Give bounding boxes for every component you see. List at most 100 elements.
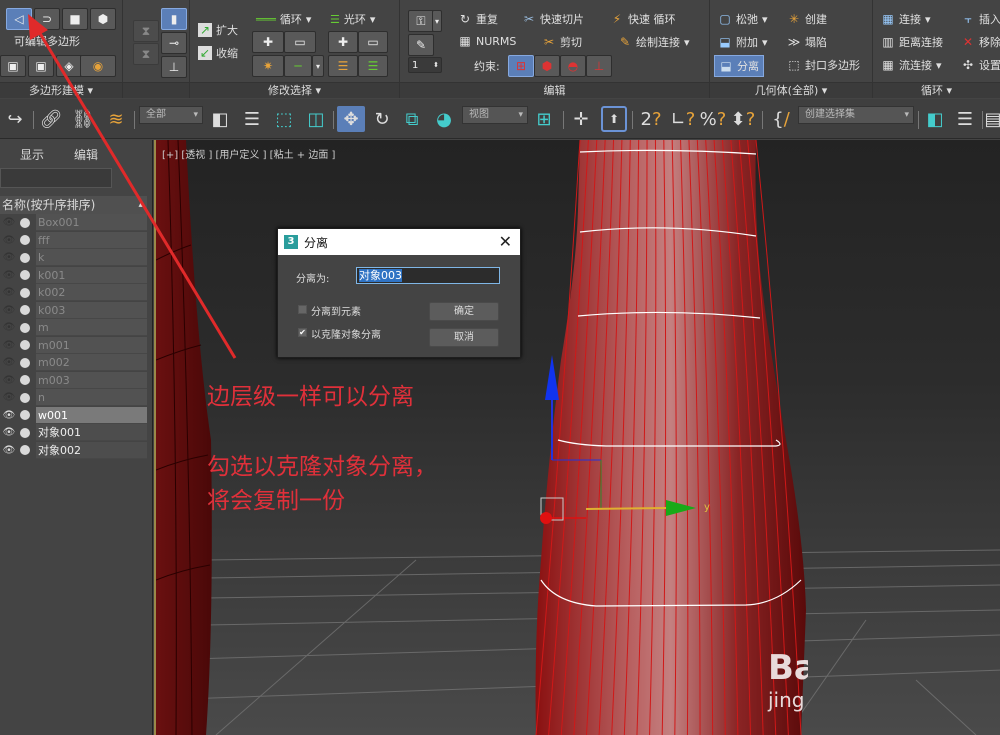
flow-connect-button[interactable]: ▦ 流连接 ▾: [881, 57, 941, 73]
list-item[interactable]: 👁︎ m001: [0, 336, 147, 355]
constraint-edge-button[interactable]: ⬢: [534, 55, 560, 77]
freeze-dot-icon[interactable]: [20, 322, 30, 333]
freeze-dot-icon[interactable]: [20, 427, 30, 438]
pivot-icon[interactable]: ⊞: [532, 106, 556, 132]
list-item[interactable]: 👁︎ m003: [0, 371, 147, 390]
detach-as-clone-checkbox[interactable]: ✔: [298, 328, 307, 337]
named-selection-dropdown[interactable]: 创建选择集: [798, 106, 914, 124]
visibility-eye-icon[interactable]: 👁︎: [0, 305, 18, 316]
soft-select-button[interactable]: ◉: [80, 55, 116, 77]
dialog-titlebar[interactable]: 3 分离 ✕: [278, 229, 520, 255]
select-object-icon[interactable]: ◧: [208, 106, 232, 132]
angle-snap-icon[interactable]: ∟?: [670, 106, 696, 132]
cap-poly-button[interactable]: ⬚ 封口多边形: [787, 57, 860, 73]
ribbon-group-label[interactable]: 多边形建模 ▾: [0, 82, 122, 98]
spinner[interactable]: 1 ⬍: [408, 57, 442, 73]
list-item[interactable]: 👁︎ k: [0, 249, 147, 267]
list-item[interactable]: 👁︎ w001: [0, 406, 147, 425]
freeze-dot-icon[interactable]: [20, 252, 30, 263]
name-column-header[interactable]: 名称(按升序排序): [0, 196, 147, 214]
list-item[interactable]: 👁︎ fff: [0, 231, 147, 250]
freeze-dot-icon[interactable]: [20, 235, 30, 246]
remove-loop-button[interactable]: ✕ 移除: [961, 34, 1000, 50]
ribbon-group-label[interactable]: 编辑: [400, 82, 709, 98]
reference-coord-dropdown[interactable]: 视图: [462, 106, 528, 124]
align-icon[interactable]: ☰: [953, 106, 977, 132]
freeze-dot-icon[interactable]: [20, 410, 30, 421]
constraint-face-button[interactable]: ◓: [560, 55, 586, 77]
select-manipulate-icon[interactable]: ✛: [568, 106, 594, 132]
percent-snap-icon[interactable]: %?: [700, 106, 727, 132]
visibility-eye-icon[interactable]: 👁︎: [0, 235, 18, 246]
grow-button[interactable]: ↗ 扩大: [198, 22, 238, 38]
bind-spacewarp-icon[interactable]: ≋: [104, 106, 128, 132]
repeat-button[interactable]: ↻ 重复: [458, 11, 498, 27]
polygon-level-button[interactable]: ■: [62, 8, 88, 30]
border-level-button[interactable]: ⊃: [34, 8, 60, 30]
window-crossing-icon[interactable]: ◫: [304, 106, 328, 132]
nurms-button[interactable]: ▦ NURMS: [458, 34, 516, 48]
unlink-icon[interactable]: ⛓︎: [72, 106, 95, 132]
freeze-dot-icon[interactable]: [20, 217, 30, 228]
visibility-eye-icon[interactable]: 👁︎: [0, 340, 18, 351]
edge-level-button[interactable]: ◁: [6, 8, 32, 30]
visibility-eye-icon[interactable]: 👁︎: [0, 287, 18, 298]
ribbon-group-label[interactable]: 循环 ▾: [873, 82, 1000, 98]
list-item[interactable]: 👁︎ k002: [0, 284, 147, 302]
edit-named-selection-icon[interactable]: {/: [768, 106, 794, 132]
freeze-dot-icon[interactable]: [20, 375, 30, 386]
select-icon-3[interactable]: ◈: [56, 55, 82, 77]
place-icon[interactable]: ◕: [432, 106, 456, 132]
mirror-icon[interactable]: ◧: [923, 106, 947, 132]
freeze-dot-icon[interactable]: [20, 287, 30, 298]
tweak-button[interactable]: ✎: [408, 34, 434, 56]
ring-button[interactable]: ☰ 光环 ▾: [330, 11, 375, 27]
freeze-dot-icon[interactable]: [20, 340, 30, 351]
visibility-eye-icon[interactable]: 👁︎: [0, 322, 18, 333]
ring-add-button[interactable]: ✚: [328, 31, 358, 53]
list-item[interactable]: 👁︎ 对象002: [0, 441, 147, 460]
visibility-eye-icon[interactable]: 👁︎: [0, 252, 18, 263]
scale-icon[interactable]: ⧉: [400, 106, 424, 132]
rotate-icon[interactable]: ↻: [370, 106, 394, 132]
list-item[interactable]: 👁︎ k001: [0, 266, 147, 285]
list-item[interactable]: 👁︎ n: [0, 389, 147, 407]
detach-name-input[interactable]: 对象003: [356, 267, 500, 284]
distance-connect-button[interactable]: ▥ 距离连接: [881, 34, 943, 50]
freeze-dot-icon[interactable]: [20, 392, 30, 403]
pin-stack-icon[interactable]: ⊥: [161, 56, 187, 78]
loop-add-button[interactable]: ✚: [252, 31, 284, 53]
create-button[interactable]: ✳ 创建: [787, 11, 827, 27]
loop-shift-button[interactable]: ✷: [252, 55, 284, 77]
constraint-normal-button[interactable]: ⊥: [586, 55, 612, 77]
paint-connect-button[interactable]: ✎ 绘制连接 ▾: [618, 34, 690, 50]
element-level-button[interactable]: ⬢: [90, 8, 116, 30]
ribbon-group-label[interactable]: 修改选择 ▾: [190, 82, 399, 98]
swiftloop-button[interactable]: ⚡ 快速 循环: [610, 11, 676, 27]
snap-toggle-icon[interactable]: 2?: [638, 106, 664, 132]
connect-button[interactable]: ▦ 连接 ▾: [881, 11, 930, 27]
detach-to-element-checkbox[interactable]: [298, 305, 307, 314]
select-icon-1[interactable]: ▣: [0, 55, 26, 77]
freeze-dot-icon[interactable]: [20, 445, 30, 456]
list-item[interactable]: 👁︎ m: [0, 319, 147, 337]
visibility-eye-icon[interactable]: 👁︎: [0, 392, 18, 403]
quickslice-button[interactable]: ✂ 快速切片: [522, 11, 584, 27]
list-item[interactable]: 👁︎ k003: [0, 301, 147, 320]
select-icon-2[interactable]: ▣: [28, 55, 54, 77]
shrink-button[interactable]: ↙ 收缩: [198, 45, 238, 61]
select-by-name-icon[interactable]: ☰: [240, 106, 264, 132]
show-cage-button[interactable]: ▮: [161, 8, 187, 30]
loop-remove-button[interactable]: ▭: [284, 31, 316, 53]
redo-icon[interactable]: ↪: [4, 106, 26, 132]
list-item[interactable]: 👁︎ m002: [0, 354, 147, 372]
keyboard-shortcut-icon[interactable]: ⬆: [601, 106, 627, 132]
rect-selection-icon[interactable]: ⬚: [272, 106, 296, 132]
relax-button[interactable]: ▢ 松弛 ▾: [718, 11, 767, 27]
cut-button[interactable]: ✂ 剪切: [542, 34, 582, 50]
ring-remove-button[interactable]: ▭: [358, 31, 388, 53]
constraint-none-button[interactable]: ⊞: [508, 55, 534, 77]
visibility-eye-icon[interactable]: 👁︎: [0, 375, 18, 386]
visibility-eye-icon[interactable]: 👁︎: [0, 410, 18, 421]
freeze-dot-icon[interactable]: [20, 305, 30, 316]
